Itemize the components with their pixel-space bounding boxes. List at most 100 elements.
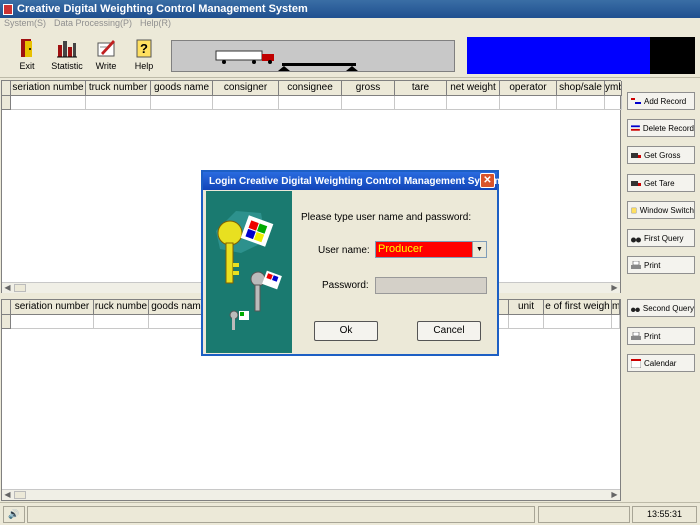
first-query-button[interactable]: First Query — [627, 229, 695, 247]
col-header[interactable]: net weight — [447, 81, 500, 96]
calendar-icon — [631, 358, 641, 368]
weighbridge-panel — [171, 40, 455, 72]
first-query-label: First Query — [644, 233, 684, 243]
printer-icon — [631, 260, 641, 269]
keys-image — [206, 191, 292, 353]
ok-button[interactable]: Ok — [314, 321, 378, 341]
binoculars-icon — [631, 307, 640, 312]
col-header[interactable]: seriation numbe — [11, 81, 86, 96]
get-tare-button[interactable]: Get Tare — [627, 174, 695, 192]
statistic-button[interactable]: Statistic — [47, 35, 87, 71]
window-title: Creative Digital Weighting Control Manag… — [17, 3, 308, 15]
col-header[interactable]: seriation number — [11, 300, 94, 315]
add-record-button[interactable]: Add Record — [627, 92, 695, 110]
chevron-down-icon[interactable]: ▼ — [472, 242, 486, 257]
window-switch-icon — [631, 207, 637, 213]
print-button[interactable]: Print — [627, 327, 695, 345]
print-button[interactable]: Print — [627, 256, 695, 274]
login-dialog: Login Creative Digital Weighting Control… — [201, 170, 503, 356]
exit-button[interactable]: Exit — [7, 35, 47, 71]
col-header[interactable]: goods name — [151, 81, 213, 96]
calendar-button[interactable]: Calendar — [627, 354, 695, 372]
menu-data-processing[interactable]: Data Processing(P) — [50, 18, 136, 31]
binoculars-icon — [631, 237, 641, 242]
password-label: Password: — [322, 280, 369, 291]
col-header[interactable]: shop/sale — [557, 81, 605, 96]
add-record-icon — [631, 97, 641, 104]
second-query-label: Second Query — [642, 303, 694, 313]
help-icon: ? — [136, 39, 152, 58]
grid-header: seriation numbe truck number goods name … — [2, 81, 622, 96]
status-bar: 🔊 13:55:31 — [0, 502, 700, 525]
add-record-label: Add Record — [644, 96, 687, 106]
get-tare-label: Get Tare — [644, 178, 675, 188]
status-display — [650, 37, 695, 74]
menu-help[interactable]: Help(R) — [136, 18, 175, 31]
col-header[interactable]: tare — [395, 81, 447, 96]
status-message — [27, 506, 535, 523]
print-label: Print — [644, 331, 661, 341]
exit-icon — [21, 39, 32, 57]
row-selector[interactable] — [2, 315, 11, 329]
user-name-label: User name: — [318, 245, 370, 256]
menu-bar: System(S) Data Processing(P) Help(R) — [0, 18, 700, 31]
app-icon — [3, 3, 13, 15]
speaker-icon[interactable]: 🔊 — [3, 506, 25, 523]
scroll-right-icon[interactable]: ▶ — [609, 283, 620, 293]
col-header[interactable]: gross — [342, 81, 395, 96]
user-name-select[interactable]: Producer ▼ — [375, 241, 487, 258]
header-corner — [2, 81, 11, 96]
printer-icon — [631, 331, 641, 340]
statistic-label: Statistic — [51, 61, 83, 71]
horizontal-scrollbar[interactable]: ◀ ▶ — [2, 489, 620, 500]
get-gross-button[interactable]: Get Gross — [627, 146, 695, 164]
password-field[interactable] — [375, 277, 487, 294]
col-header[interactable]: consigner — [213, 81, 279, 96]
status-time: 13:55:31 — [632, 506, 697, 523]
scroll-left-icon[interactable]: ◀ — [2, 490, 13, 500]
write-button[interactable]: Write — [86, 35, 126, 71]
cancel-button[interactable]: Cancel — [417, 321, 481, 341]
col-header[interactable]: m — [612, 300, 620, 315]
get-gross-label: Get Gross — [644, 150, 681, 160]
keys-icon — [216, 211, 282, 330]
scroll-thumb[interactable] — [14, 491, 26, 499]
col-header[interactable]: ruck numbe — [94, 300, 149, 315]
user-name-value: Producer — [378, 243, 423, 255]
scroll-left-icon[interactable]: ◀ — [2, 283, 13, 293]
col-header[interactable]: operator — [500, 81, 557, 96]
window-title-bar: Creative Digital Weighting Control Manag… — [0, 0, 700, 18]
col-header[interactable]: unit — [509, 300, 544, 315]
close-button[interactable]: ✕ — [480, 173, 495, 188]
dialog-title: Login Creative Digital Weighting Control… — [209, 175, 504, 187]
col-header[interactable]: goods nam — [149, 300, 204, 315]
window-switch-label: Window Switch — [639, 205, 694, 215]
login-prompt: Please type user name and password: — [301, 212, 472, 223]
svg-text:?: ? — [140, 41, 148, 56]
delete-record-icon — [631, 124, 640, 131]
col-header[interactable]: e of first weigh — [544, 300, 612, 315]
truck-icon — [215, 50, 358, 71]
row-selector[interactable] — [2, 96, 11, 110]
print-label: Print — [644, 260, 661, 270]
menu-system[interactable]: System(S) — [0, 18, 50, 31]
table-row[interactable] — [11, 96, 622, 110]
col-header[interactable]: ymbo — [605, 81, 622, 96]
delete-record-button[interactable]: Delete Record — [627, 119, 695, 137]
write-label: Write — [95, 61, 117, 71]
close-icon: ✕ — [483, 175, 492, 186]
header-corner — [2, 300, 11, 315]
col-header[interactable]: truck number — [86, 81, 151, 96]
help-button[interactable]: ? Help — [124, 35, 164, 71]
second-query-button[interactable]: Second Query — [627, 299, 695, 317]
col-header[interactable]: consignee — [279, 81, 342, 96]
exit-label: Exit — [19, 61, 35, 71]
scroll-right-icon[interactable]: ▶ — [609, 490, 620, 500]
status-panel — [538, 506, 630, 523]
truck-tare-icon — [631, 180, 641, 186]
scroll-thumb[interactable] — [14, 284, 26, 292]
window-switch-button[interactable]: Window Switch — [627, 201, 695, 219]
dialog-title-bar: Login Creative Digital Weighting Control… — [203, 172, 503, 190]
write-icon — [97, 40, 115, 57]
calendar-label: Calendar — [644, 358, 677, 368]
